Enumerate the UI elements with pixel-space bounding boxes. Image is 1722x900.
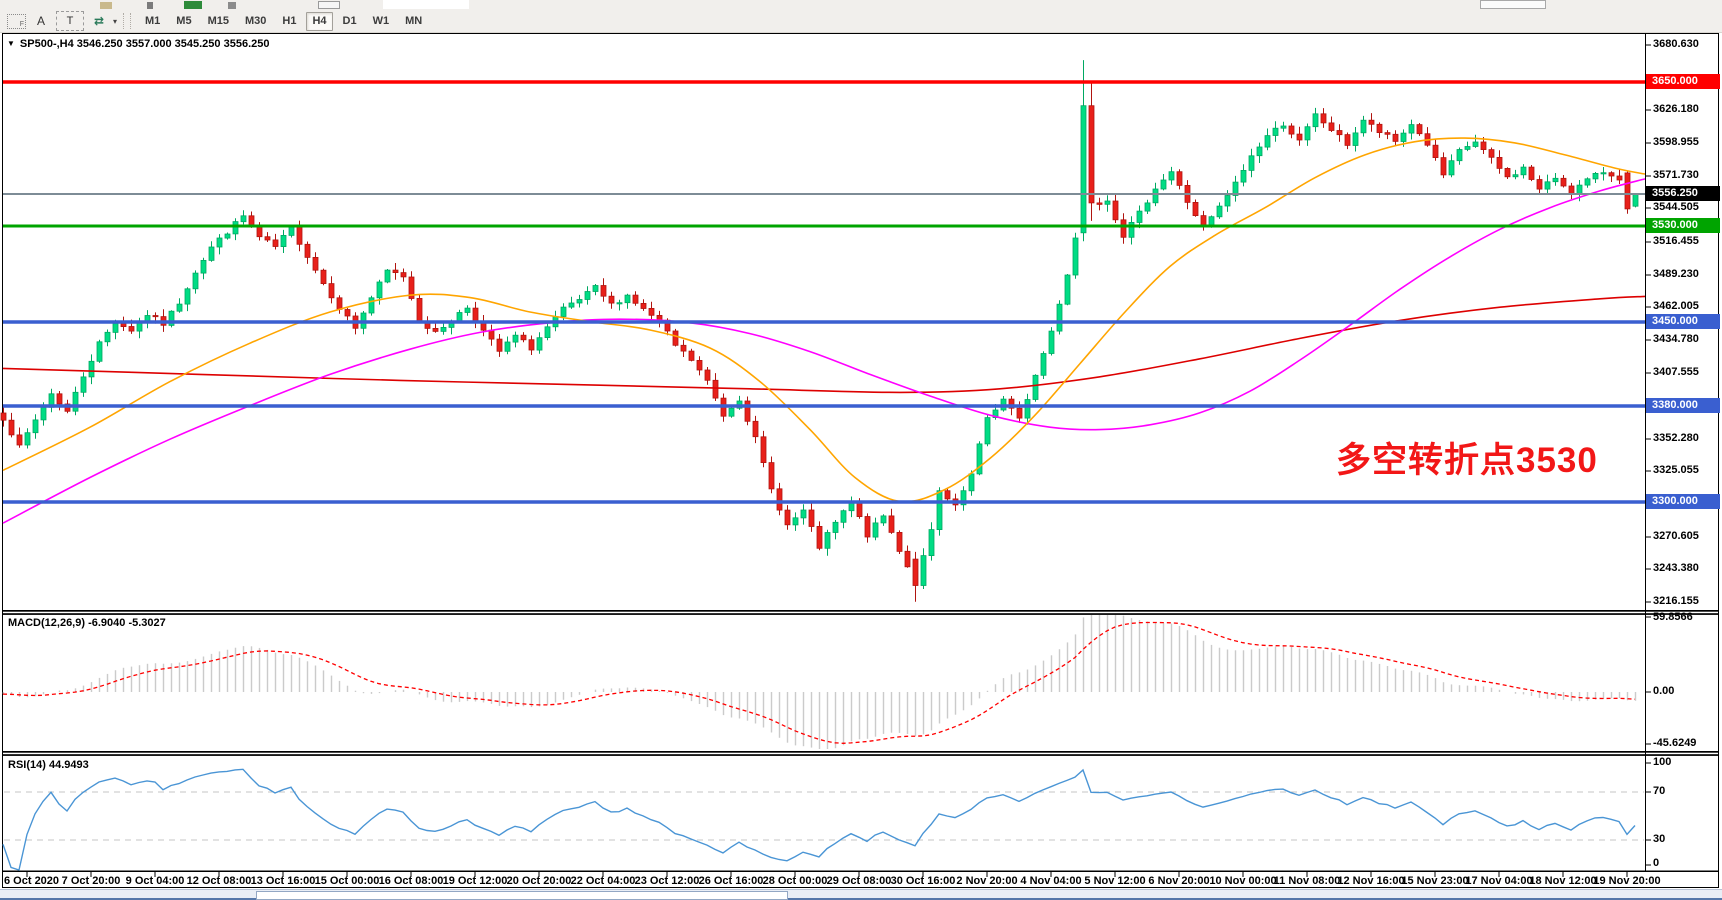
price-axis-label: 3434.780 bbox=[1653, 333, 1699, 345]
macd-histogram bbox=[4, 615, 1636, 749]
collapse-marker-icon[interactable]: ▼ bbox=[7, 39, 15, 48]
time-axis-label: 2 Nov 20:00 bbox=[956, 875, 1017, 887]
current-price-badge: 3556.250 bbox=[1646, 186, 1720, 201]
price-axis-label: 3243.380 bbox=[1653, 562, 1699, 574]
ma-line-red bbox=[3, 296, 1645, 392]
time-axis-label: 26 Oct 16:00 bbox=[699, 875, 764, 887]
macd-axis-label: 0.00 bbox=[1653, 685, 1674, 697]
time-axis-label: 28 Oct 00:00 bbox=[763, 875, 828, 887]
macd-indicator-label: MACD(12,26,9) -6.9040 -5.3027 bbox=[8, 617, 166, 629]
rsi-line bbox=[3, 769, 1635, 870]
time-axis-label: 17 Nov 04:00 bbox=[1465, 875, 1532, 887]
price-level-badge: 3650.000 bbox=[1646, 74, 1720, 89]
price-axis-label: 3489.230 bbox=[1653, 268, 1699, 280]
ohlc-readout: SP500-,H4 3546.250 3557.000 3545.250 355… bbox=[20, 38, 270, 50]
price-axis-label: 3680.630 bbox=[1653, 38, 1699, 50]
time-axis-label: 18 Nov 12:00 bbox=[1529, 875, 1596, 887]
axis-tick-marks bbox=[1646, 45, 1651, 865]
time-axis-label: 19 Nov 20:00 bbox=[1593, 875, 1660, 887]
horizontal-level-line-3380[interactable] bbox=[3, 404, 1645, 408]
time-axis-label: 13 Oct 16:00 bbox=[251, 875, 316, 887]
price-axis-label: 3626.180 bbox=[1653, 103, 1699, 115]
price-axis-label: 3325.055 bbox=[1653, 464, 1699, 476]
time-axis-label: 29 Oct 08:00 bbox=[827, 875, 892, 887]
price-axis-label: 3216.155 bbox=[1653, 595, 1699, 607]
rsi-indicator-label: RSI(14) 44.9493 bbox=[8, 759, 89, 771]
mt4-window: F A T ⇄ ▾ M1M5M15M30H1H4D1W1MN ▼SP500-,H… bbox=[0, 0, 1722, 900]
macd-axis-label: -45.6249 bbox=[1653, 737, 1696, 749]
time-axis-label: 6 Oct 2020 bbox=[4, 875, 59, 887]
time-axis-label: 6 Nov 20:00 bbox=[1148, 875, 1209, 887]
time-axis-label: 15 Nov 23:00 bbox=[1401, 875, 1468, 887]
price-axis-label: 3352.280 bbox=[1653, 432, 1699, 444]
time-axis-label: 9 Oct 04:00 bbox=[126, 875, 185, 887]
time-axis-label: 7 Oct 20:00 bbox=[62, 875, 121, 887]
price-level-badge: 3530.000 bbox=[1646, 218, 1720, 233]
time-axis-label: 10 Nov 00:00 bbox=[1209, 875, 1276, 887]
time-axis-label: 22 Oct 04:00 bbox=[571, 875, 636, 887]
chart-symbol-title: ▼ SP500-,H4 3546.250 3557.000 3545.250 35… bbox=[7, 38, 269, 50]
price-axis-label: 3270.605 bbox=[1653, 530, 1699, 542]
time-axis-label: 12 Nov 16:00 bbox=[1337, 875, 1404, 887]
rsi-axis-label: 0 bbox=[1653, 857, 1659, 869]
horizontal-level-line-3300[interactable] bbox=[3, 500, 1645, 504]
price-axis-label: 3516.455 bbox=[1653, 235, 1699, 247]
time-axis-label: 11 Nov 08:00 bbox=[1274, 875, 1341, 887]
horizontal-level-line-3450[interactable] bbox=[3, 320, 1645, 324]
horizontal-scrollbar[interactable] bbox=[0, 889, 1722, 900]
price-level-badge: 3300.000 bbox=[1646, 494, 1720, 509]
rsi-axis-label: 70 bbox=[1653, 785, 1665, 797]
price-axis-label: 3407.555 bbox=[1653, 366, 1699, 378]
price-level-badge: 3450.000 bbox=[1646, 314, 1720, 329]
price-axis-label: 3571.730 bbox=[1653, 169, 1699, 181]
scrollbar-thumb[interactable] bbox=[256, 891, 788, 900]
time-axis-label: 12 Oct 08:00 bbox=[187, 875, 252, 887]
chart-annotation-text[interactable]: 多空转折点3530 bbox=[1336, 432, 1598, 483]
time-axis-label: 5 Nov 12:00 bbox=[1084, 875, 1145, 887]
chart-area[interactable]: ▼ SP500-,H4 3546.250 3557.000 3545.250 35… bbox=[0, 0, 1722, 900]
time-axis-label: 19 Oct 12:00 bbox=[443, 875, 508, 887]
time-axis-label: 16 Oct 08:00 bbox=[379, 875, 444, 887]
time-axis-label: 23 Oct 12:00 bbox=[635, 875, 700, 887]
time-axis-label: 4 Nov 04:00 bbox=[1020, 875, 1081, 887]
time-axis-label: 15 Oct 00:00 bbox=[315, 875, 380, 887]
time-axis-label: 20 Oct 20:00 bbox=[507, 875, 572, 887]
price-axis-label: 3462.005 bbox=[1653, 300, 1699, 312]
price-axis-label: 3544.505 bbox=[1653, 201, 1699, 213]
time-axis-label: 30 Oct 16:00 bbox=[891, 875, 956, 887]
macd-axis-label: 59.8566 bbox=[1653, 611, 1693, 623]
horizontal-level-line-3650[interactable] bbox=[3, 80, 1645, 84]
horizontal-level-line-3530[interactable] bbox=[3, 225, 1645, 228]
rsi-axis-label: 100 bbox=[1653, 756, 1671, 768]
candlestick-series bbox=[1, 60, 1638, 602]
rsi-axis-label: 30 bbox=[1653, 833, 1665, 845]
price-axis-label: 3598.955 bbox=[1653, 136, 1699, 148]
current-price-line bbox=[3, 193, 1645, 195]
price-level-badge: 3380.000 bbox=[1646, 398, 1720, 413]
